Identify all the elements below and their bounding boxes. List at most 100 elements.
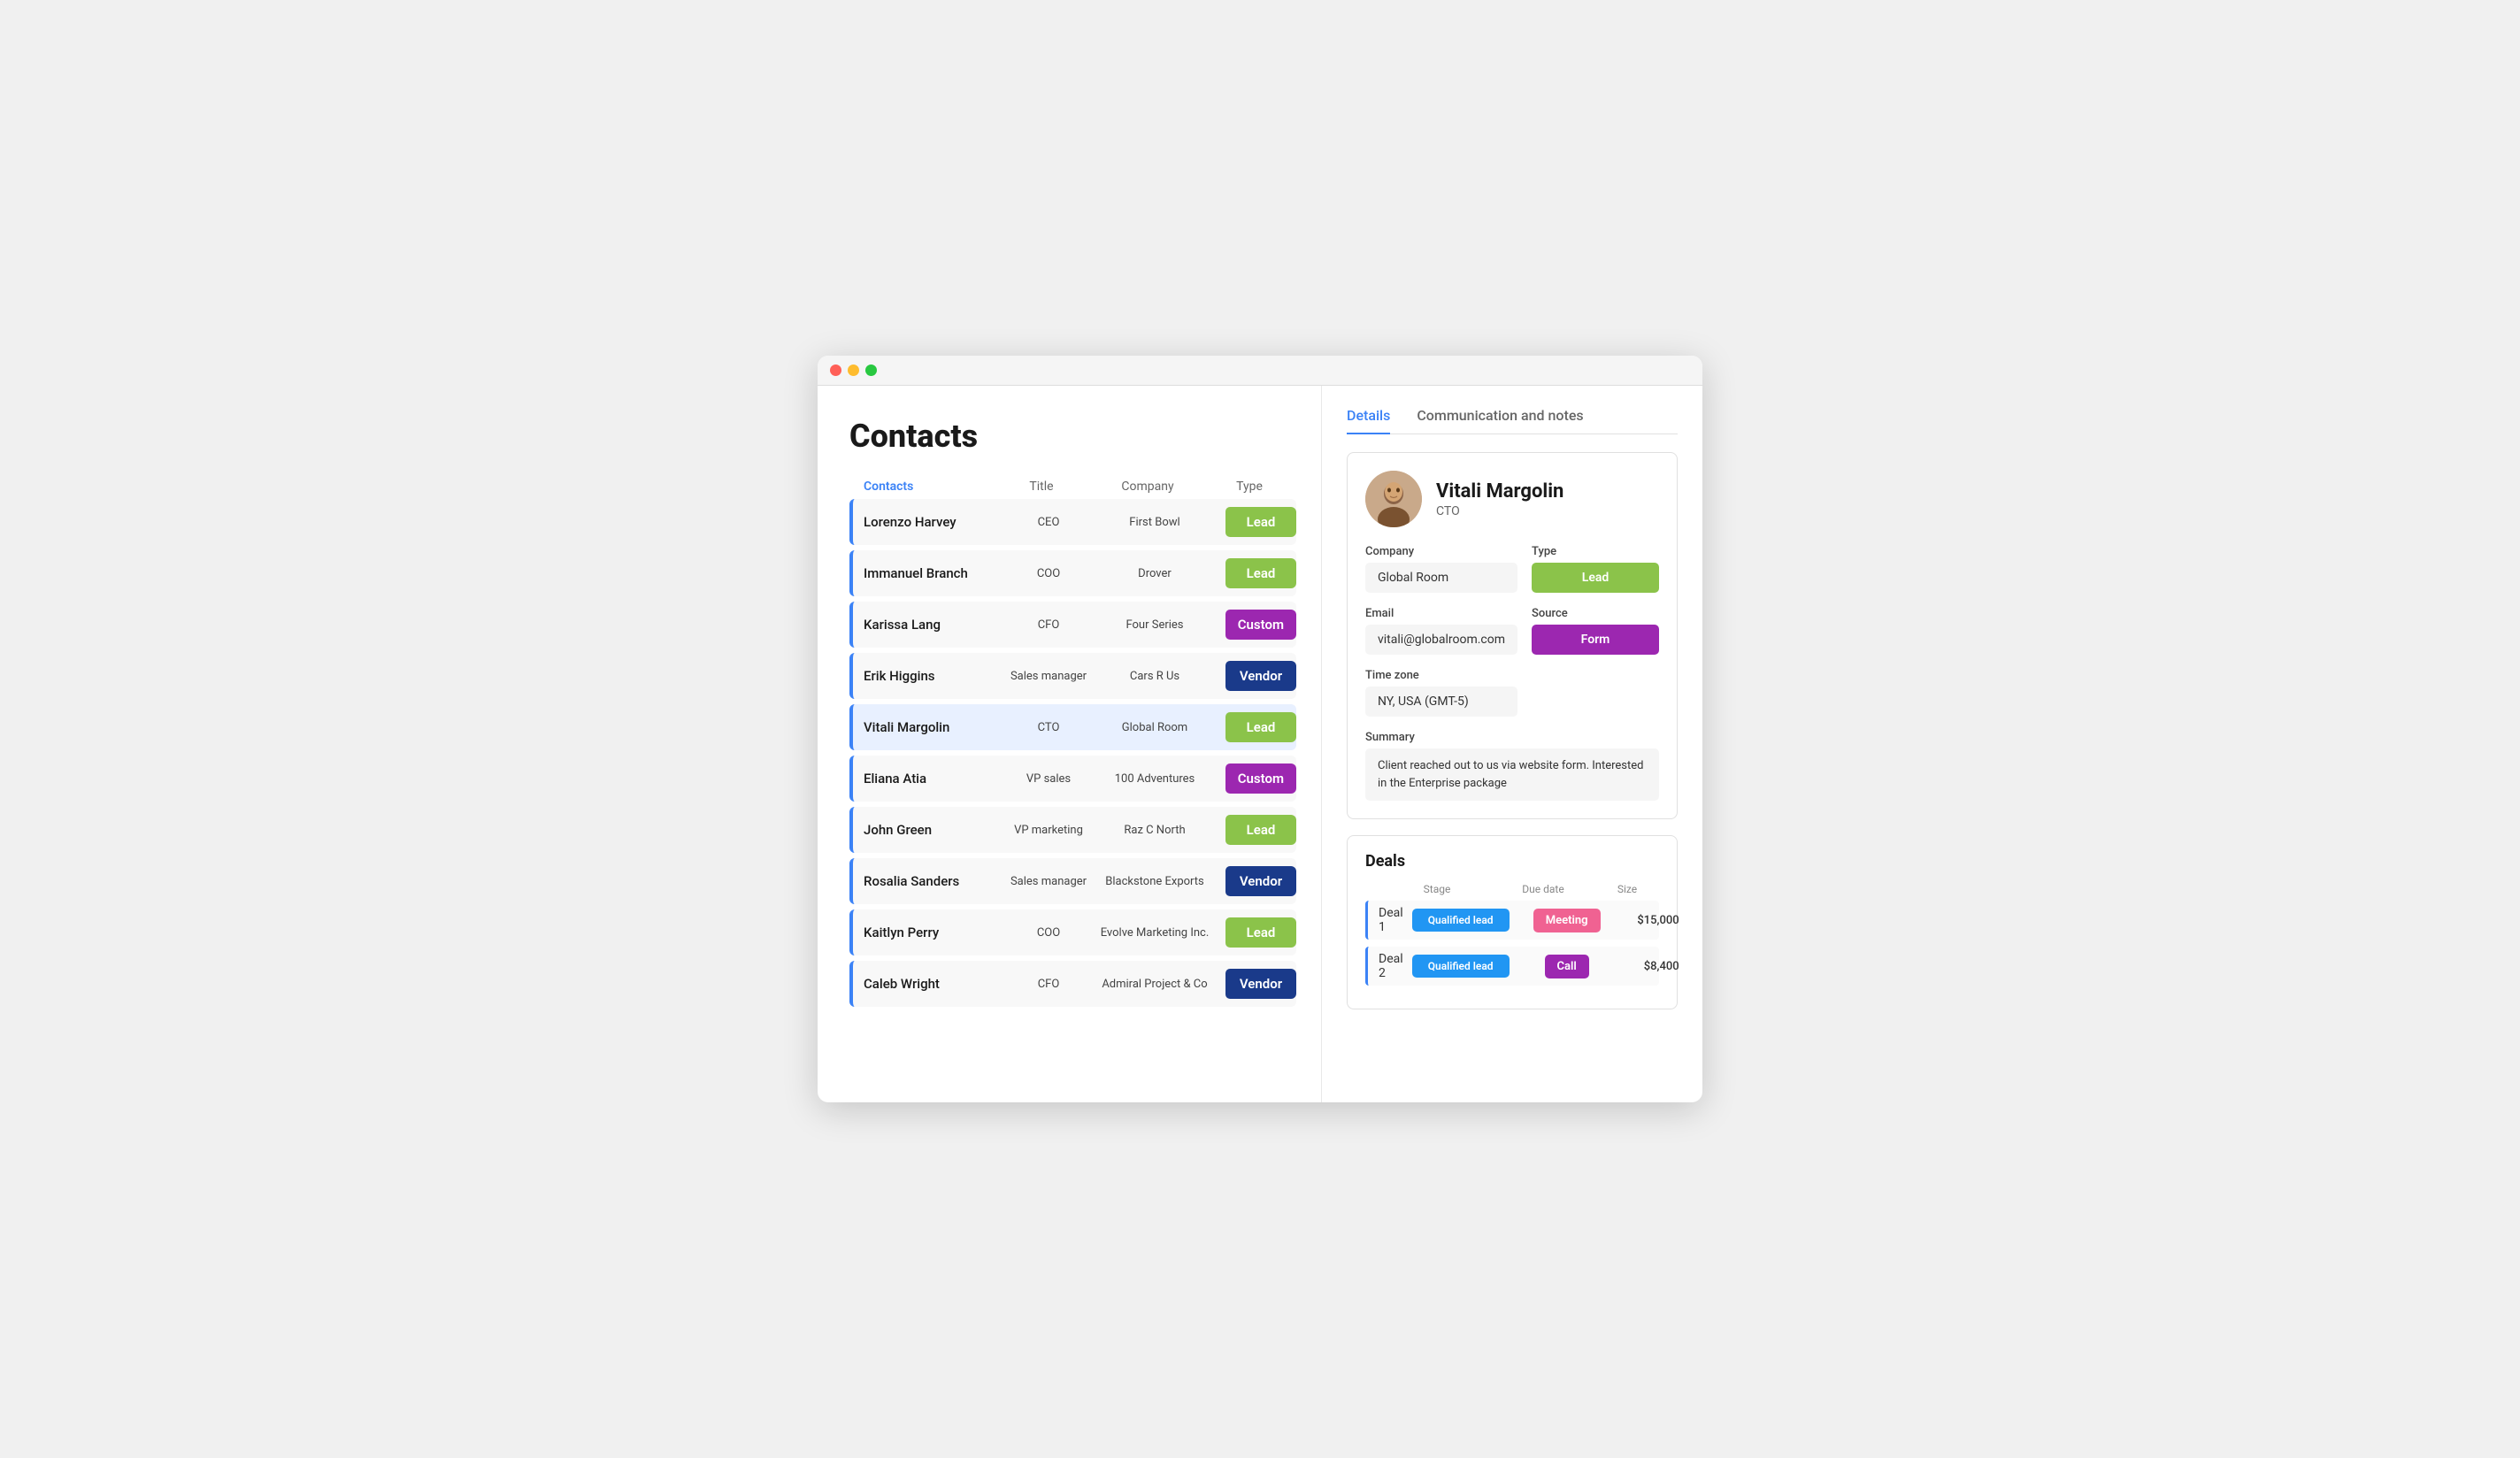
company-label: Company bbox=[1365, 545, 1517, 558]
timezone-label: Time zone bbox=[1365, 669, 1517, 682]
contact-row[interactable]: John Green VP marketing Raz C North Lead bbox=[849, 807, 1296, 853]
contact-company: 100 Adventures bbox=[1093, 772, 1217, 786]
contact-type-cell: Vendor bbox=[1217, 969, 1296, 999]
col-header-type: Type bbox=[1210, 480, 1289, 494]
contact-type-cell: Lead bbox=[1217, 558, 1296, 588]
stage-badge: Qualified lead bbox=[1412, 909, 1510, 932]
deals-col-stage: Stage bbox=[1379, 883, 1494, 895]
contact-title: COO bbox=[1004, 926, 1093, 940]
timezone-field: Time zone NY, USA (GMT-5) bbox=[1365, 669, 1517, 717]
contact-name: Immanuel Branch bbox=[853, 556, 1004, 590]
maximize-button[interactable] bbox=[865, 364, 877, 376]
deals-title: Deals bbox=[1365, 852, 1659, 871]
type-badge: Custom bbox=[1225, 764, 1296, 794]
contact-company: Cars R Us bbox=[1093, 670, 1217, 683]
contact-title: CEO bbox=[1004, 516, 1093, 529]
contact-type-cell: Custom bbox=[1217, 610, 1296, 640]
contact-type-cell: Custom bbox=[1217, 764, 1296, 794]
type-value[interactable]: Lead bbox=[1532, 563, 1659, 593]
type-label: Type bbox=[1532, 545, 1659, 558]
type-badge: Lead bbox=[1225, 712, 1296, 742]
contact-row[interactable]: Immanuel Branch COO Drover Lead bbox=[849, 550, 1296, 596]
contact-company: Drover bbox=[1093, 567, 1217, 580]
contact-rows: Lorenzo Harvey CEO First Bowl Lead Imman… bbox=[849, 499, 1296, 1007]
contact-name: Eliana Atia bbox=[853, 762, 1004, 795]
summary-value: Client reached out to us via website for… bbox=[1365, 748, 1659, 801]
contact-row[interactable]: Lorenzo Harvey CEO First Bowl Lead bbox=[849, 499, 1296, 545]
contact-title: Sales manager bbox=[1004, 875, 1093, 888]
contact-name: Caleb Wright bbox=[853, 967, 1004, 1001]
contact-row[interactable]: Erik Higgins Sales manager Cars R Us Ven… bbox=[849, 653, 1296, 699]
type-badge: Vendor bbox=[1225, 661, 1296, 691]
contact-title: CFO bbox=[1004, 618, 1093, 632]
close-button[interactable] bbox=[830, 364, 841, 376]
app-window: Contacts Contacts Title Company Type Lor… bbox=[818, 356, 1702, 1102]
due-date: Meeting bbox=[1518, 909, 1616, 932]
detail-card: Vitali Margolin CTO Company Global Room … bbox=[1347, 452, 1678, 819]
contact-company: Blackstone Exports bbox=[1093, 875, 1217, 888]
company-value: Global Room bbox=[1365, 563, 1517, 593]
col-header-company: Company bbox=[1086, 480, 1210, 494]
contact-title: CFO bbox=[1004, 978, 1093, 991]
deal-name: Deal 1 bbox=[1379, 906, 1403, 934]
type-badge: Lead bbox=[1225, 917, 1296, 948]
type-badge: Vendor bbox=[1225, 969, 1296, 999]
deals-card: Deals Stage Due date Size Deal 1 Qualifi… bbox=[1347, 835, 1678, 1009]
contact-title: COO bbox=[1004, 567, 1093, 580]
source-label: Source bbox=[1532, 607, 1659, 620]
contact-type-cell: Lead bbox=[1217, 815, 1296, 845]
contacts-table: Contacts Title Company Type Lorenzo Harv… bbox=[849, 480, 1296, 1007]
deal-stage: Qualified lead bbox=[1403, 909, 1518, 932]
contact-type-cell: Lead bbox=[1217, 507, 1296, 537]
contact-type-cell: Vendor bbox=[1217, 661, 1296, 691]
contact-title: CTO bbox=[1004, 721, 1093, 734]
due-date: Call bbox=[1518, 955, 1616, 978]
table-header: Contacts Title Company Type bbox=[849, 480, 1296, 499]
contact-row[interactable]: Karissa Lang CFO Four Series Custom bbox=[849, 602, 1296, 648]
deal-row: Deal 2 Qualified lead Call $8,400 bbox=[1365, 947, 1659, 986]
summary-field: Summary Client reached out to us via web… bbox=[1365, 731, 1659, 801]
contact-type-cell: Lead bbox=[1217, 917, 1296, 948]
contact-name: John Green bbox=[853, 813, 1004, 847]
deals-table-header: Stage Due date Size bbox=[1365, 883, 1659, 901]
contact-row[interactable]: Rosalia Sanders Sales manager Blackstone… bbox=[849, 858, 1296, 904]
deal-size: $8,400 bbox=[1616, 960, 1686, 973]
contact-company: First Bowl bbox=[1093, 516, 1217, 529]
contact-company: Four Series bbox=[1093, 618, 1217, 632]
email-value: vitali@globalroom.com bbox=[1365, 625, 1517, 655]
summary-label: Summary bbox=[1365, 731, 1659, 744]
contact-name: Rosalia Sanders bbox=[853, 864, 1004, 898]
detail-grid: Company Global Room Type Lead Email vita… bbox=[1365, 545, 1659, 717]
detail-role: CTO bbox=[1436, 504, 1563, 518]
type-badge: Lead bbox=[1225, 815, 1296, 845]
timezone-value: NY, USA (GMT-5) bbox=[1365, 687, 1517, 717]
deals-col-size: Size bbox=[1592, 883, 1663, 895]
type-field: Type Lead bbox=[1532, 545, 1659, 593]
contact-name: Kaitlyn Perry bbox=[853, 916, 1004, 949]
contact-row[interactable]: Caleb Wright CFO Admiral Project & Co Ve… bbox=[849, 961, 1296, 1007]
left-panel: Contacts Contacts Title Company Type Lor… bbox=[818, 386, 1322, 1102]
avatar bbox=[1365, 471, 1422, 527]
minimize-button[interactable] bbox=[848, 364, 859, 376]
source-value[interactable]: Form bbox=[1532, 625, 1659, 655]
contact-row[interactable]: Vitali Margolin CTO Global Room Lead bbox=[849, 704, 1296, 750]
detail-name: Vitali Margolin bbox=[1436, 480, 1563, 503]
type-badge: Lead bbox=[1225, 558, 1296, 588]
contact-row[interactable]: Eliana Atia VP sales 100 Adventures Cust… bbox=[849, 756, 1296, 802]
contact-header: Vitali Margolin CTO bbox=[1365, 471, 1659, 527]
contact-company: Evolve Marketing Inc. bbox=[1093, 926, 1217, 940]
stage-badge: Qualified lead bbox=[1412, 955, 1510, 978]
type-badge: Custom bbox=[1225, 610, 1296, 640]
contact-row[interactable]: Kaitlyn Perry COO Evolve Marketing Inc. … bbox=[849, 909, 1296, 955]
email-field: Email vitali@globalroom.com bbox=[1365, 607, 1517, 655]
contact-name: Lorenzo Harvey bbox=[853, 505, 1004, 539]
type-badge: Vendor bbox=[1225, 866, 1296, 896]
tab-communication[interactable]: Communication and notes bbox=[1417, 407, 1583, 434]
contact-title: Sales manager bbox=[1004, 670, 1093, 683]
app-body: Contacts Contacts Title Company Type Lor… bbox=[818, 386, 1702, 1102]
contact-company: Raz C North bbox=[1093, 824, 1217, 837]
contact-company: Admiral Project & Co bbox=[1093, 978, 1217, 991]
deal-rows: Deal 1 Qualified lead Meeting $15,000 De… bbox=[1365, 901, 1659, 986]
deals-col-due: Due date bbox=[1494, 883, 1592, 895]
tab-details[interactable]: Details bbox=[1347, 407, 1390, 434]
